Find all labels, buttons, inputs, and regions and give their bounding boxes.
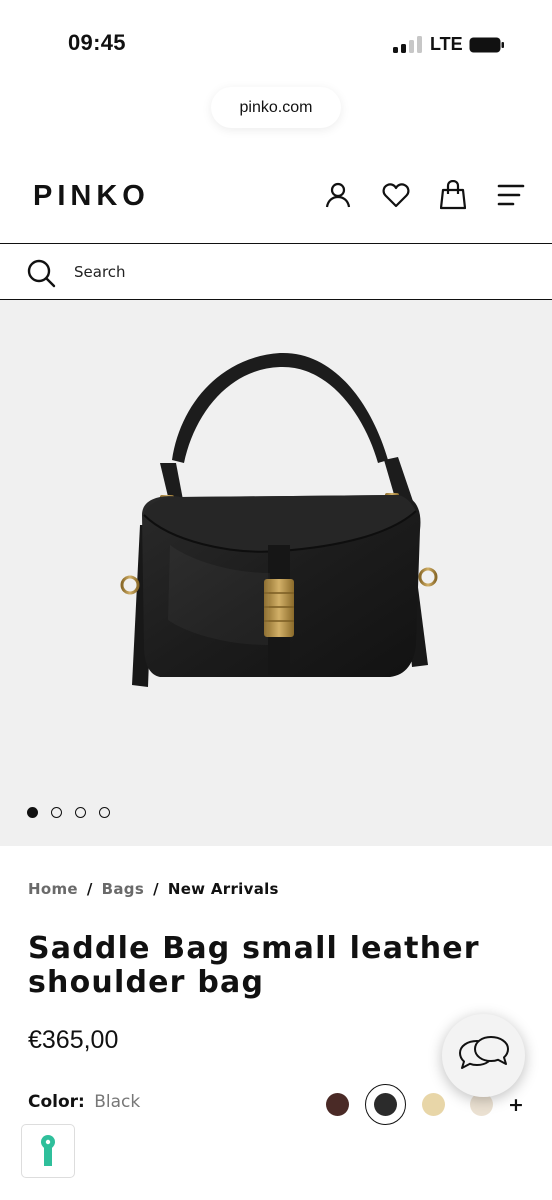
gallery-dot-1[interactable] [27,807,38,818]
gallery-dot-4[interactable] [99,807,110,818]
brand-logo[interactable]: PINKO [33,180,150,213]
gallery-dot-3[interactable] [75,807,86,818]
product-image[interactable] [110,345,450,690]
product-title: Saddle Bag small leather shoulder bag [28,931,480,1000]
color-selector-label: Color: Black [28,1092,140,1112]
battery-icon [469,37,504,53]
product-price: €365,00 [28,1026,119,1054]
gallery-pagination [27,807,110,818]
status-time: 09:45 [68,30,126,55]
menu-icon[interactable] [495,180,525,210]
breadcrumb-bags[interactable]: Bags [102,880,144,898]
gallery-dot-2[interactable] [51,807,62,818]
color-value: Black [94,1092,141,1112]
url-bar[interactable]: pinko.com [211,87,341,128]
more-colors-button[interactable]: + [508,1094,524,1116]
accessibility-icon [41,1135,55,1166]
breadcrumb-separator: / [153,880,159,898]
color-label: Color: [28,1092,85,1112]
color-swatch-brown[interactable] [326,1093,349,1116]
site-header: PINKO [0,160,552,244]
chat-bubbles-icon [458,1035,509,1069]
color-swatch-black-selected[interactable] [365,1084,406,1125]
user-icon[interactable] [323,180,353,210]
status-bar: 09:45 LTE [0,0,552,90]
breadcrumb-current[interactable]: New Arrivals [168,880,279,898]
accessibility-button[interactable] [21,1124,75,1178]
shopping-bag-icon[interactable] [438,180,468,210]
url-text: pinko.com [239,98,313,116]
breadcrumb-home[interactable]: Home [28,880,78,898]
signal-icon [393,35,423,53]
breadcrumb: Home / Bags / New Arrivals [28,880,279,898]
product-gallery[interactable] [0,300,552,846]
color-swatch-beige[interactable] [422,1093,445,1116]
breadcrumb-separator: / [86,880,93,898]
chat-button[interactable] [442,1014,525,1097]
search-input[interactable] [74,258,514,286]
heart-icon[interactable] [381,180,411,210]
search-bar [0,243,552,300]
search-icon[interactable] [26,258,56,288]
network-label: LTE [430,34,463,54]
